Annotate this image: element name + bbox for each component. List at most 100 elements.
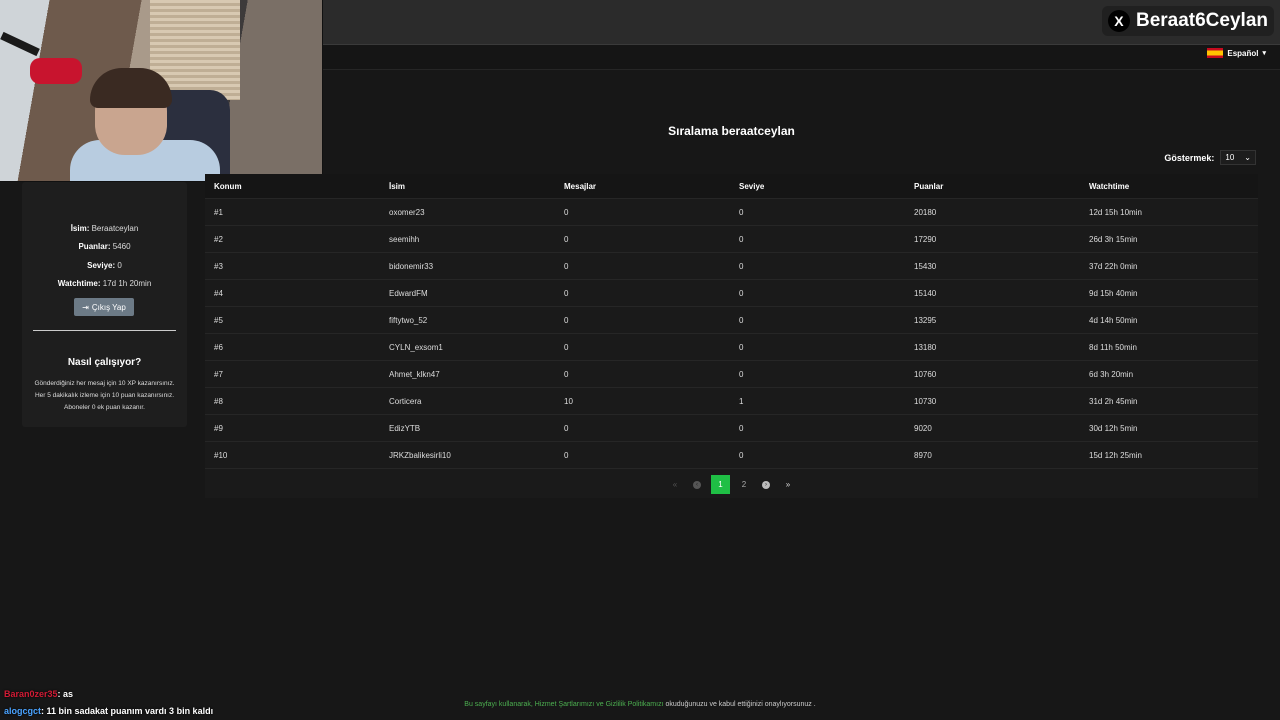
- cell-messages: 0: [564, 261, 569, 271]
- chat-message: alogcgct: 11 bin sadakat puanım vardı 3 …: [4, 706, 213, 716]
- cell-watchtime: 31d 2h 45min: [1089, 396, 1138, 406]
- cell-points: 10760: [914, 369, 937, 379]
- chevron-down-icon: ⌄: [1244, 153, 1251, 162]
- chat-message: Baran0zer35: as: [4, 689, 73, 699]
- privacy-link[interactable]: Gizlilik Politikamızı: [606, 701, 664, 708]
- header-level[interactable]: Seviye: [730, 182, 905, 191]
- cell-messages: 0: [564, 207, 569, 217]
- chat-text: : as: [57, 689, 74, 699]
- pagination: « ‹ 1 2 › »: [205, 475, 1258, 494]
- prev-page-button[interactable]: ‹: [689, 477, 705, 493]
- header-watchtime[interactable]: Watchtime: [1080, 182, 1255, 191]
- cell-rank: #8: [214, 396, 223, 406]
- table-row: #3 bidonemir33 0 0 15430 37d 22h 0min: [205, 253, 1258, 280]
- cell-name: bidonemir33: [389, 261, 434, 271]
- table-row: #1 oxomer23 0 0 20180 12d 15h 10min: [205, 199, 1258, 226]
- cell-name: Ahmet_klkn47: [389, 369, 440, 379]
- cell-points: 8970: [914, 450, 932, 460]
- chat-username: Baran0zer35: [4, 689, 58, 699]
- cell-messages: 0: [564, 315, 569, 325]
- x-logo-icon: X: [1107, 10, 1130, 32]
- cell-points: 13180: [914, 342, 937, 352]
- cell-rank: #1: [214, 207, 223, 217]
- cell-level: 0: [739, 369, 744, 379]
- page-size-select[interactable]: 10 ⌄: [1220, 150, 1256, 165]
- page-size-control: Göstermek: 10 ⌄: [1164, 150, 1256, 165]
- cell-points: 13295: [914, 315, 937, 325]
- cell-rank: #6: [214, 342, 223, 352]
- cell-points: 9020: [914, 423, 932, 433]
- divider: [33, 330, 176, 331]
- header-points[interactable]: Puanlar: [905, 182, 1080, 191]
- cell-name: fiftytwo_52: [389, 315, 428, 325]
- header-rank[interactable]: Konum: [205, 182, 380, 191]
- page-size-value: 10: [1225, 153, 1235, 162]
- cell-points: 10730: [914, 396, 937, 406]
- first-page-button[interactable]: «: [667, 477, 683, 493]
- cell-level: 1: [739, 396, 744, 406]
- next-page-button[interactable]: ›: [758, 477, 774, 493]
- page-1-button[interactable]: 1: [711, 475, 730, 494]
- header-messages[interactable]: Mesajlar: [555, 182, 730, 191]
- terms-link[interactable]: Hizmet Şartlarımızı: [535, 701, 595, 708]
- chevron-right-icon: ›: [762, 480, 770, 489]
- cell-rank: #10: [214, 450, 228, 460]
- chat-username: alogcgct: [4, 706, 42, 716]
- stream-handle: Beraat6Ceylan: [1135, 10, 1268, 31]
- cell-watchtime: 12d 15h 10min: [1089, 207, 1142, 217]
- chat-text: : 11 bin sadakat puanım vardı 3 bin kald…: [41, 706, 214, 716]
- page-title: Sıralama beraatceylan: [668, 124, 795, 138]
- cell-level: 0: [739, 315, 744, 325]
- table-row: #2 seemihh 0 0 17290 26d 3h 15min: [205, 226, 1258, 253]
- stream-handle-tag: X Beraat6Ceylan: [1101, 6, 1274, 36]
- page-2-button[interactable]: 2: [736, 477, 752, 493]
- spain-flag-icon: [1207, 48, 1224, 58]
- cell-level: 0: [739, 207, 744, 217]
- cell-points: 15430: [914, 261, 937, 271]
- cell-points: 20180: [914, 207, 937, 217]
- cell-messages: 0: [564, 342, 569, 352]
- profile-level: Seviye: 0: [87, 261, 122, 270]
- cell-level: 0: [739, 234, 744, 244]
- page-size-label: Göstermek:: [1164, 152, 1215, 163]
- cell-points: 17290: [914, 234, 937, 244]
- table-header: Konum İsim Mesajlar Seviye Puanlar Watch…: [205, 174, 1258, 199]
- table-row: #6 CYLN_exsom1 0 0 13180 8d 11h 50min: [205, 334, 1258, 361]
- logout-button[interactable]: ⇥ Çıkış Yap: [74, 298, 134, 316]
- chevron-left-icon: ‹: [693, 480, 701, 489]
- cell-watchtime: 9d 15h 40min: [1089, 288, 1138, 298]
- cell-watchtime: 8d 11h 50min: [1089, 342, 1137, 352]
- profile-points: Puanlar: 5460: [78, 242, 131, 251]
- cell-watchtime: 30d 12h 5min: [1089, 423, 1138, 433]
- cell-rank: #5: [214, 315, 223, 325]
- table-row: #4 EdwardFM 0 0 15140 9d 15h 40min: [205, 280, 1258, 307]
- cell-watchtime: 4d 14h 50min: [1089, 315, 1138, 325]
- cell-name: EdwardFM: [389, 288, 428, 298]
- table-row: #5 fiftytwo_52 0 0 13295 4d 14h 50min: [205, 307, 1258, 334]
- cell-name: EdizYTB: [389, 423, 421, 433]
- last-page-button[interactable]: »: [780, 477, 796, 493]
- cell-level: 0: [739, 288, 744, 298]
- cell-name: Corticera: [389, 396, 422, 406]
- profile-name: İsim: Beraatceylan: [70, 224, 139, 233]
- cell-rank: #9: [214, 423, 223, 433]
- cell-rank: #7: [214, 369, 223, 379]
- cell-level: 0: [739, 423, 744, 433]
- cell-messages: 0: [564, 234, 569, 244]
- how-it-works-text: Gönderdiğiniz her mesaj için 10 XP kazan…: [34, 380, 175, 411]
- table-row: #10 JRKZbalikesirli10 0 0 8970 15d 12h 25min: [205, 442, 1258, 469]
- cell-watchtime: 37d 22h 0min: [1089, 261, 1138, 271]
- cell-points: 15140: [914, 288, 937, 298]
- chevron-down-icon: ▾: [1262, 50, 1266, 57]
- cell-watchtime: 6d 3h 20min: [1089, 369, 1134, 379]
- language-selector[interactable]: Español ▾: [1207, 48, 1266, 58]
- cell-watchtime: 26d 3h 15min: [1089, 234, 1138, 244]
- cell-name: CYLN_exsom1: [389, 342, 443, 352]
- cell-rank: #3: [214, 261, 223, 271]
- logout-label: Çıkış Yap: [91, 302, 126, 312]
- cell-watchtime: 15d 12h 25min: [1089, 450, 1142, 460]
- header-name[interactable]: İsim: [380, 182, 555, 191]
- cell-messages: 0: [564, 450, 569, 460]
- leaderboard-table: Konum İsim Mesajlar Seviye Puanlar Watch…: [205, 174, 1258, 498]
- cell-messages: 0: [564, 288, 569, 298]
